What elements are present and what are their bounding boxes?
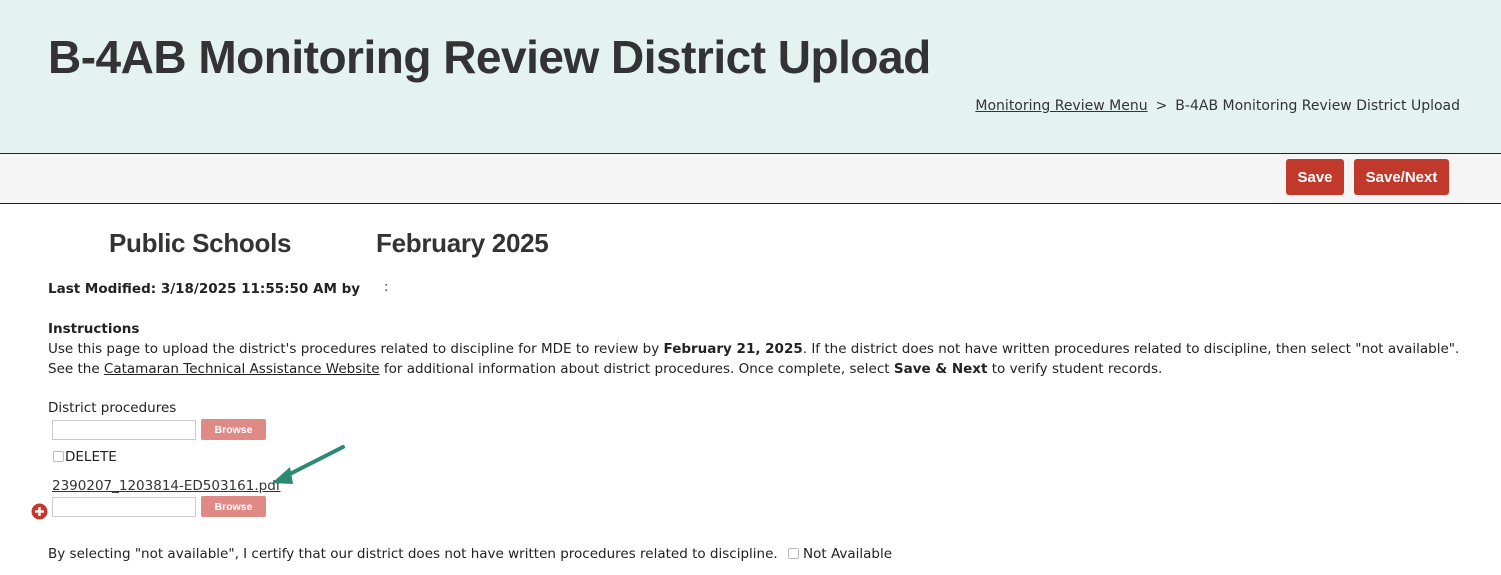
toolbar: Save Save/Next bbox=[0, 154, 1501, 204]
review-period: February 2025 bbox=[376, 228, 549, 258]
instructions-text-3: for additional information about distric… bbox=[379, 361, 894, 377]
last-modified: Last Modified: 3/18/2025 11:55:50 AM by bbox=[48, 281, 361, 297]
file-path-input[interactable] bbox=[52, 420, 196, 440]
instructions-save-next: Save & Next bbox=[893, 361, 988, 377]
delete-checkbox[interactable] bbox=[53, 451, 64, 462]
technical-assistance-link[interactable]: Catamaran Technical Assistance Website bbox=[104, 361, 380, 377]
not-available-label: Not Available bbox=[803, 546, 893, 562]
file-path-input-2[interactable] bbox=[52, 497, 196, 517]
instructions-text: Use this page to upload the district's p… bbox=[48, 339, 1468, 379]
instructions-text-1: Use this page to upload the district's p… bbox=[48, 341, 664, 357]
breadcrumb-current: B-4AB Monitoring Review District Upload bbox=[1175, 98, 1460, 114]
page-header: B-4AB Monitoring Review District Upload … bbox=[0, 0, 1501, 154]
breadcrumb-link-monitoring-review-menu[interactable]: Monitoring Review Menu bbox=[975, 98, 1147, 114]
instructions-text-4: to verify student records. bbox=[987, 361, 1163, 377]
instructions-title: Instructions bbox=[48, 321, 140, 337]
browse-button[interactable]: Browse bbox=[201, 419, 266, 440]
arrow-pointer-icon bbox=[272, 445, 345, 484]
delete-label: DELETE bbox=[65, 449, 117, 465]
uploaded-file-link[interactable]: 2390207_1203814-ED503161.pdf bbox=[52, 478, 281, 494]
breadcrumb-separator: > bbox=[1155, 98, 1168, 114]
save-next-button[interactable]: Save/Next bbox=[1354, 159, 1449, 195]
certify-text: By selecting "not available", I certify … bbox=[48, 546, 778, 562]
district-procedures-label: District procedures bbox=[48, 400, 177, 416]
instructions-deadline: February 21, 2025 bbox=[663, 341, 803, 357]
not-available-checkbox[interactable] bbox=[788, 548, 799, 559]
district-name: Public Schools bbox=[109, 228, 292, 258]
plus-circle-icon[interactable] bbox=[31, 503, 48, 520]
breadcrumb: Monitoring Review Menu > B-4AB Monitoring … bbox=[975, 98, 1460, 114]
save-button[interactable]: Save bbox=[1286, 159, 1344, 195]
page-title: B-4AB Monitoring Review District Upload bbox=[48, 31, 931, 83]
browse-button-2[interactable]: Browse bbox=[201, 496, 266, 517]
last-modified-suffix: : bbox=[384, 280, 389, 295]
